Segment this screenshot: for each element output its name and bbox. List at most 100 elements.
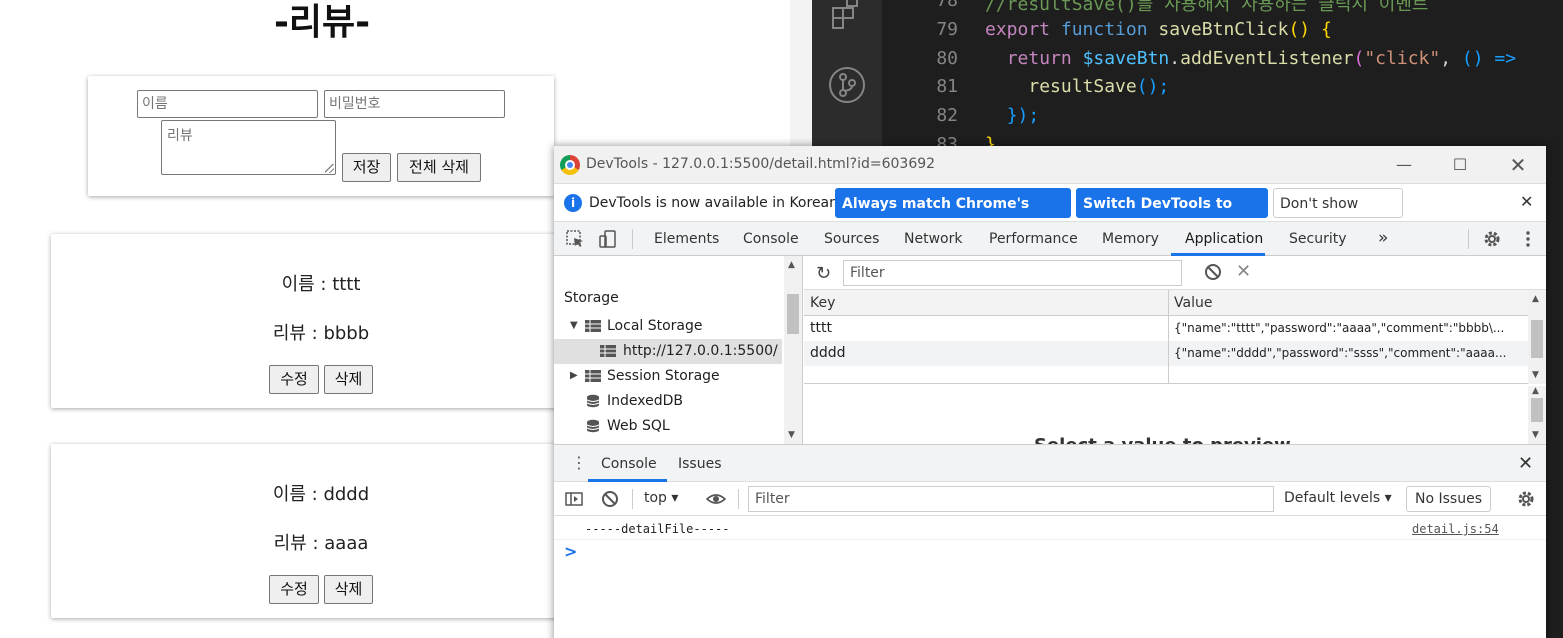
row-value: {"name":"tttt","password":"aaaa","commen… [1174, 321, 1505, 335]
code-line[interactable]: export function saveBtnClick() { [985, 19, 1332, 40]
tree-item-indexeddb[interactable]: IndexedDB [554, 389, 782, 414]
close-infobar-icon[interactable]: ✕ [1520, 192, 1533, 211]
tree-item-websql[interactable]: Web SQL [554, 414, 782, 439]
window-title: DevTools - 127.0.0.1:5500/detail.html?id… [586, 156, 936, 172]
tab-elements[interactable]: Elements [654, 231, 719, 247]
preview-scrollbar[interactable]: ▲ ▼ [1528, 386, 1546, 444]
console-settings-gear-icon[interactable] [1516, 489, 1536, 509]
match-language-button[interactable]: Always match Chrome's language [835, 188, 1071, 242]
devtools-titlebar[interactable]: DevTools - 127.0.0.1:5500/detail.html?id… [554, 146, 1546, 184]
delete-button[interactable]: 삭제 [324, 365, 373, 394]
scrollbar-thumb[interactable] [1531, 398, 1543, 422]
expand-arrow-icon[interactable]: ▼ [570, 320, 578, 331]
delete-selected-icon[interactable]: ✕ [1236, 261, 1251, 282]
extensions-icon[interactable] [828, 0, 866, 32]
storage-toolbar: ↻ Filter ✕ [804, 256, 1546, 290]
column-divider[interactable] [1168, 290, 1169, 384]
close-drawer-icon[interactable]: ✕ [1518, 453, 1533, 474]
settings-gear-icon[interactable] [1482, 229, 1502, 249]
device-toolbar-icon[interactable] [598, 229, 618, 249]
log-levels-dropdown[interactable]: Default levels ▾ [1284, 490, 1392, 506]
delete-all-button[interactable]: 전체 삭제 [397, 153, 481, 182]
more-tabs-icon[interactable]: » [1378, 228, 1388, 248]
comment-textarea[interactable]: 리뷰 [161, 120, 336, 175]
resize-grip-icon[interactable] [325, 164, 334, 173]
drawer-menu-icon[interactable]: ⋮ [571, 453, 587, 472]
console-filter-input[interactable]: Filter [748, 486, 1274, 512]
sidebar-scrollbar[interactable]: ▲ ▼ [784, 256, 802, 444]
edit-button[interactable]: 수정 [269, 365, 319, 394]
tree-item-origin[interactable]: http://127.0.0.1:5500/ [554, 339, 782, 364]
scrollbar-thumb[interactable] [787, 294, 799, 334]
tab-application[interactable]: Application [1185, 231, 1263, 247]
show-sidebar-icon[interactable] [564, 489, 584, 509]
value-column-header[interactable]: Value [1174, 295, 1212, 311]
console-prompt[interactable]: > [564, 542, 577, 561]
scroll-up-icon[interactable]: ▲ [1532, 386, 1539, 396]
tab-sources[interactable]: Sources [824, 231, 879, 247]
edit-button[interactable]: 수정 [269, 575, 319, 604]
drawer-tab-issues[interactable]: Issues [678, 456, 722, 472]
scroll-down-icon[interactable]: ▼ [1532, 370, 1539, 380]
table-header: Key Value [804, 290, 1546, 316]
toolbar-divider [632, 229, 633, 249]
info-icon: i [564, 194, 582, 212]
database-icon [586, 394, 600, 408]
code-line[interactable]: //resultSave()를 사용해서 사용하는 클릭시 이벤트 [985, 0, 1428, 16]
scroll-up-icon[interactable]: ▲ [788, 260, 795, 270]
source-control-icon[interactable] [828, 66, 866, 104]
storage-table: Key Value tttt {"name":"tttt","password"… [804, 290, 1546, 384]
password-input[interactable]: 비밀번호 [324, 90, 505, 118]
key-column-header[interactable]: Key [810, 295, 835, 311]
code-keyword: export [985, 19, 1051, 40]
scrollbar-thumb[interactable] [1531, 320, 1543, 358]
issues-button[interactable]: No Issues [1406, 486, 1491, 512]
delete-button[interactable]: 삭제 [324, 575, 373, 604]
live-expression-eye-icon[interactable] [706, 489, 726, 509]
drawer-tab-console[interactable]: Console [601, 456, 657, 472]
review-name: 이름 : dddd [272, 484, 370, 505]
row-value: {"name":"dddd","password":"ssss","commen… [1174, 346, 1507, 360]
row-key: tttt [810, 320, 832, 336]
code-comment: //resultSave()를 사용해서 사용하는 클릭시 이벤트 [985, 0, 1429, 15]
code-line[interactable]: return $saveBtn.addEventListener("click"… [985, 48, 1516, 69]
context-selector[interactable]: top ▾ [644, 490, 678, 506]
maximize-button[interactable]: ☐ [1440, 152, 1480, 178]
log-source-link[interactable]: detail.js:54 [1412, 522, 1499, 536]
code-punct: }); [1006, 105, 1040, 126]
tab-performance[interactable]: Performance [989, 231, 1078, 247]
clear-all-icon[interactable] [1204, 263, 1222, 281]
tab-network[interactable]: Network [904, 231, 962, 247]
tab-security[interactable]: Security [1289, 231, 1347, 247]
scroll-down-icon[interactable]: ▼ [1532, 430, 1539, 440]
log-message: -----detailFile----- [585, 522, 730, 536]
preview-placeholder: Select a value to preview [1034, 434, 1291, 444]
minimize-button[interactable]: — [1384, 152, 1424, 178]
table-row[interactable]: dddd {"name":"dddd","password":"ssss","c… [804, 341, 1528, 366]
scroll-down-icon[interactable]: ▼ [788, 430, 795, 440]
scroll-up-icon[interactable]: ▲ [1532, 294, 1539, 304]
refresh-icon[interactable]: ↻ [816, 263, 831, 284]
dont-show-again-button[interactable]: Don't show again [1273, 188, 1403, 242]
review-form: 이름 비밀번호 리뷰 저장 전체 삭제 [88, 76, 554, 196]
tree-item-session-storage[interactable]: ▶ Session Storage [554, 364, 782, 389]
inspect-element-icon[interactable] [565, 229, 585, 249]
code-keyword: return [1006, 48, 1072, 69]
more-options-icon[interactable] [1518, 229, 1538, 249]
name-input[interactable]: 이름 [137, 90, 318, 118]
tree-item-local-storage[interactable]: ▼ Local Storage [554, 314, 782, 339]
code-line[interactable]: resultSave(); [985, 76, 1169, 97]
tab-console[interactable]: Console [743, 231, 799, 247]
collapse-arrow-icon[interactable]: ▶ [570, 370, 578, 381]
close-window-button[interactable]: ✕ [1498, 152, 1538, 178]
toolbar-divider [1468, 229, 1469, 249]
tab-memory[interactable]: Memory [1102, 231, 1159, 247]
switch-korean-button[interactable]: Switch DevTools to Korean [1076, 188, 1268, 242]
save-button[interactable]: 저장 [342, 153, 391, 182]
table-grid-icon [600, 345, 616, 357]
table-scrollbar[interactable]: ▲ ▼ [1528, 290, 1546, 384]
code-line[interactable]: }); [985, 105, 1040, 126]
table-row[interactable]: tttt {"name":"tttt","password":"aaaa","c… [804, 316, 1528, 341]
storage-filter-input[interactable]: Filter [843, 260, 1182, 286]
clear-console-icon[interactable] [600, 489, 620, 509]
